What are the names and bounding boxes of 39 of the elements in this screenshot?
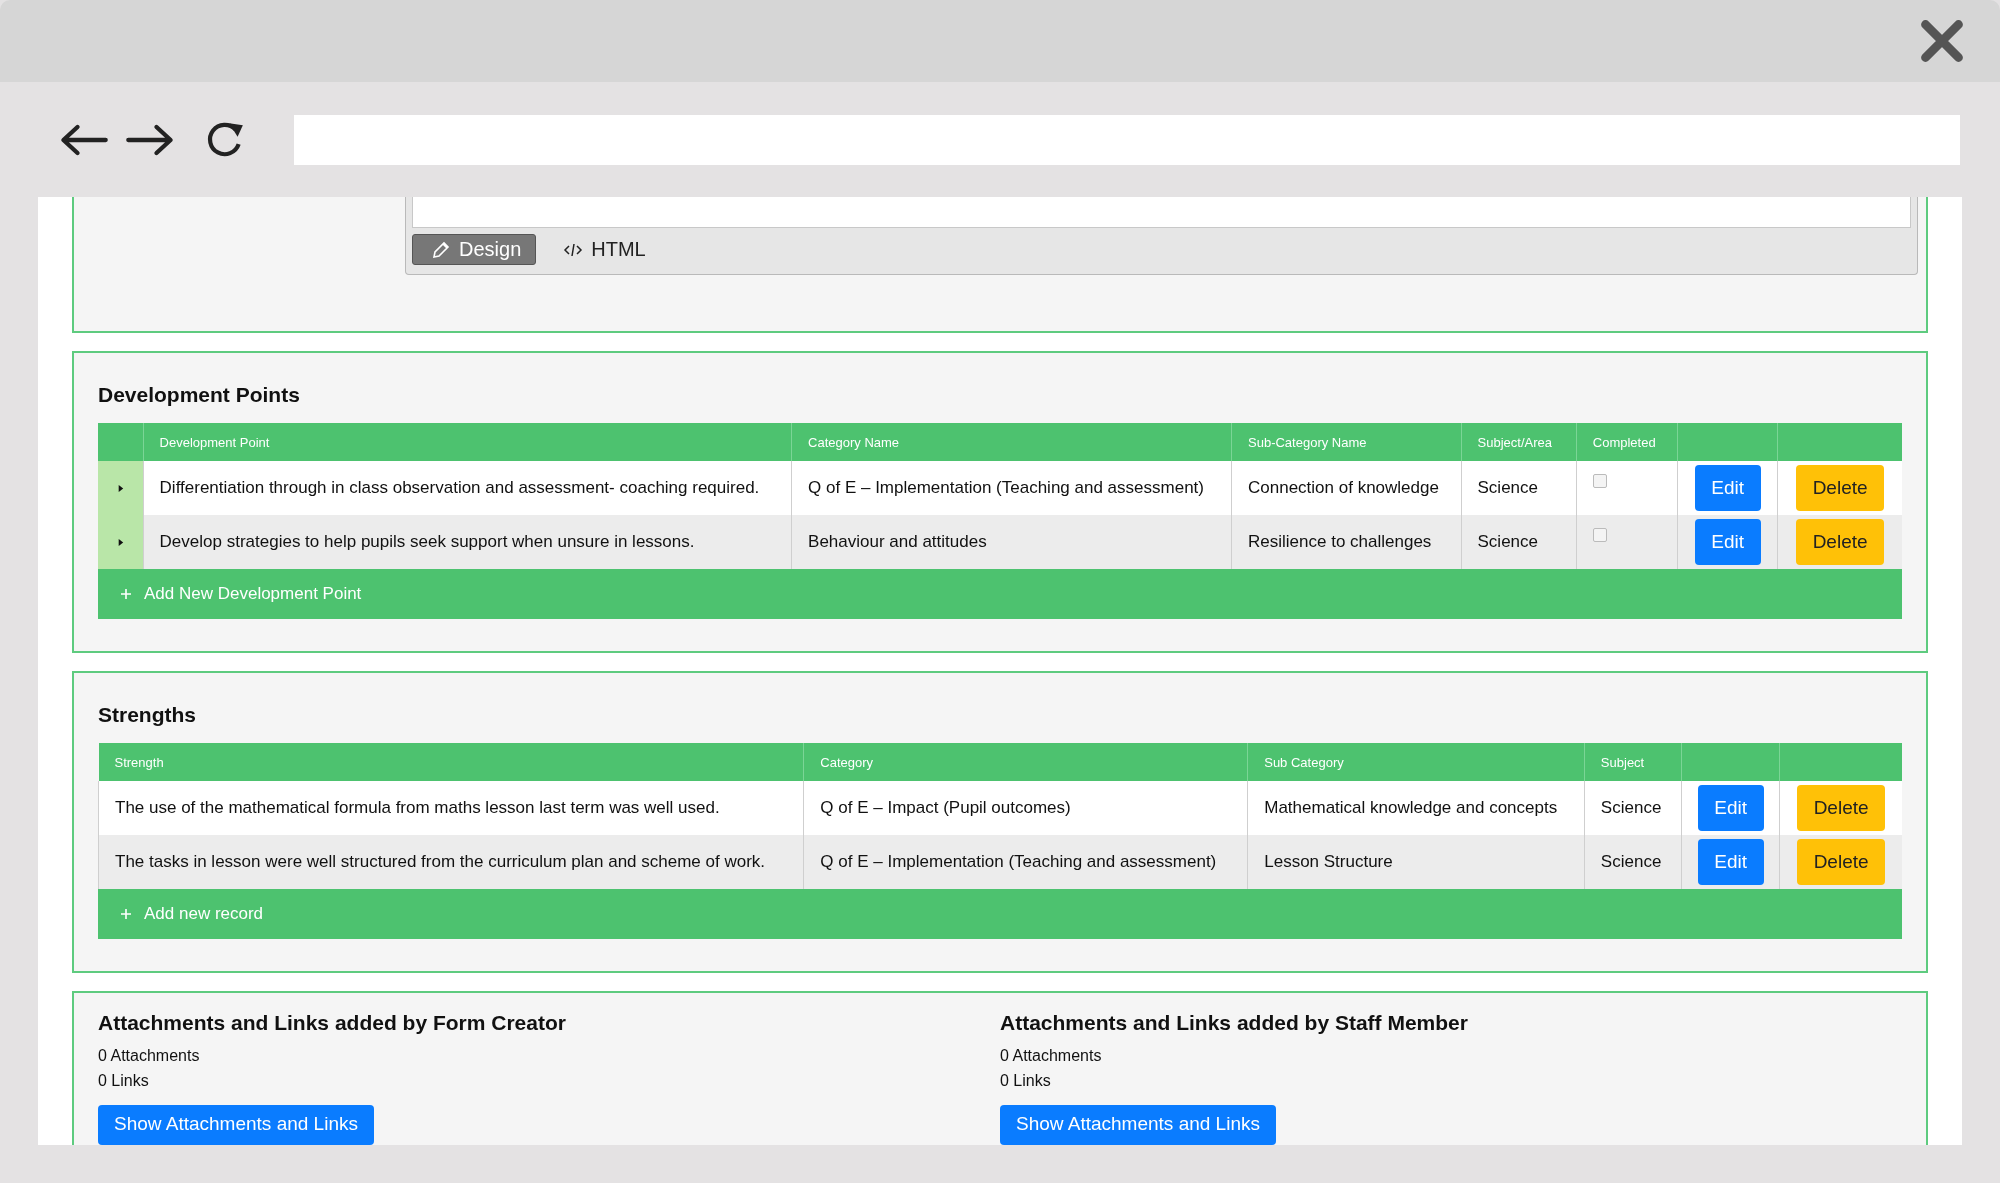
column-header: Strength xyxy=(98,743,804,781)
plus-icon xyxy=(120,588,132,600)
section-title: Strengths xyxy=(98,703,197,727)
delete-button[interactable]: Delete xyxy=(1796,465,1885,511)
attachment-count: 0 Attachments xyxy=(1000,1047,1103,1065)
edit-button[interactable]: Edit xyxy=(1697,839,1764,885)
show-attachments-button[interactable]: Show Attachments and Links xyxy=(98,1105,374,1145)
section-title: Development Points xyxy=(98,383,301,407)
close-icon[interactable] xyxy=(1920,19,1964,63)
column-header: Sub Category xyxy=(1247,743,1585,781)
add-button[interactable]: Add new record xyxy=(114,903,270,925)
header-cell xyxy=(98,423,144,461)
edit-button[interactable]: Edit xyxy=(1694,465,1761,511)
attachment-count: 0 Attachments xyxy=(98,1047,201,1065)
address-field[interactable] xyxy=(294,114,1960,165)
column-header: Category Name xyxy=(791,423,1232,461)
link-count: 0 Links xyxy=(98,1072,150,1090)
mode-tab[interactable]: HTML xyxy=(554,234,661,265)
completed-checkbox[interactable] xyxy=(1592,527,1607,542)
column-header: Category xyxy=(803,743,1248,781)
add-button[interactable]: Add New Development Point xyxy=(114,583,368,605)
column-header: Subject xyxy=(1584,743,1682,781)
edit-button[interactable]: Edit xyxy=(1697,785,1764,831)
column-header: Completed xyxy=(1576,423,1678,461)
show-attachments-button[interactable]: Show Attachments and Links xyxy=(1000,1105,1276,1145)
delete-button[interactable]: Delete xyxy=(1796,519,1885,565)
edit-button[interactable]: Edit xyxy=(1694,519,1761,565)
delete-button[interactable]: Delete xyxy=(1797,785,1886,831)
column-header: Development Point xyxy=(143,423,792,461)
column-header: Subject/Area xyxy=(1461,423,1577,461)
section-title: Attachments and Links added by Staff Member xyxy=(1000,1011,1469,1035)
section-title: Attachments and Links added by Form Creator xyxy=(98,1011,567,1035)
completed-checkbox[interactable] xyxy=(1592,473,1607,488)
delete-button[interactable]: Delete xyxy=(1797,839,1886,885)
column-header: Sub-Category Name xyxy=(1231,423,1461,461)
mode-tab[interactable]: Design xyxy=(412,234,537,265)
plus-icon xyxy=(120,908,132,920)
pencil-icon xyxy=(431,239,451,260)
link-count: 0 Links xyxy=(1000,1072,1052,1090)
